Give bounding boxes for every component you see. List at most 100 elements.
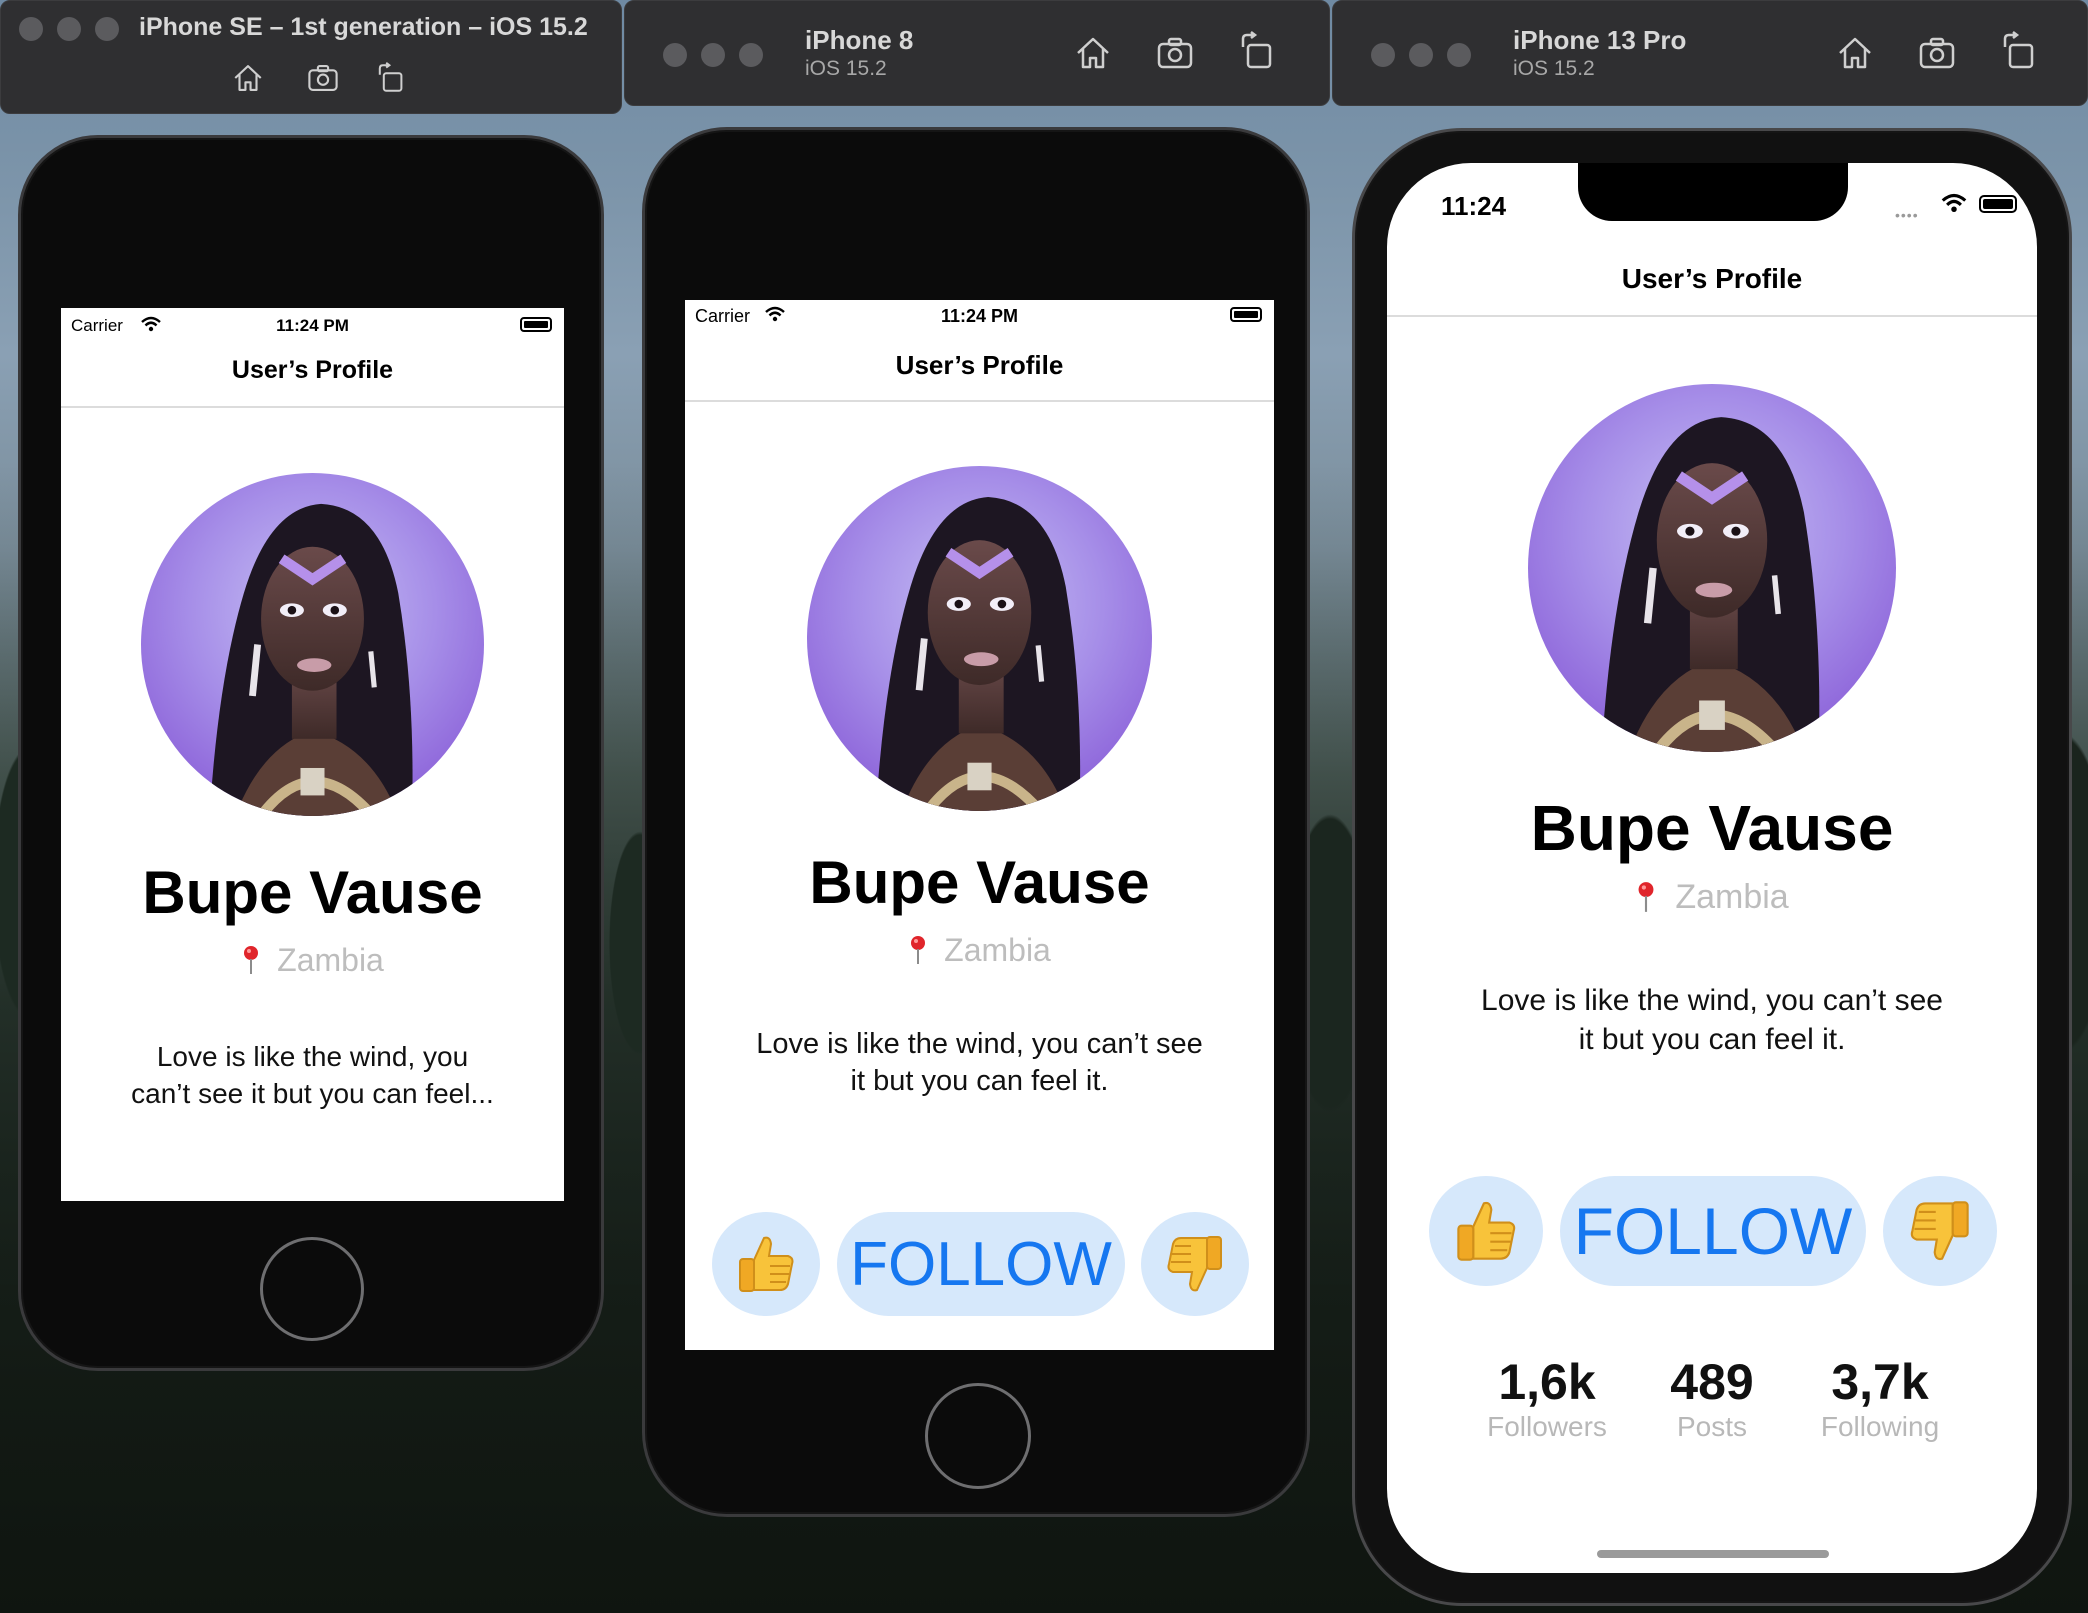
bio-text: Love is like the wind, you can’t see it …	[81, 1038, 544, 1112]
page-title: User’s Profile	[231, 356, 394, 384]
rotate-icon[interactable]	[1237, 31, 1277, 71]
app-screen: Carrier 11:24 PM User’s Profile Bupe Vau…	[685, 300, 1274, 1350]
battery-icon	[1979, 195, 2017, 213]
battery-icon	[1230, 307, 1262, 322]
screenshot-icon[interactable]	[305, 61, 341, 95]
window-controls[interactable]	[19, 17, 119, 41]
stat-posts[interactable]: 489 Posts	[1642, 1353, 1782, 1443]
simulator-titlebar-iphone13pro: iPhone 13 Pro iOS 15.2	[1332, 0, 2088, 106]
bio-line: it but you can feel it.	[1578, 1023, 1846, 1056]
zoom-window-button[interactable]	[95, 17, 119, 41]
like-button[interactable]	[1429, 1176, 1543, 1286]
avatar	[141, 473, 484, 816]
bio-text: Love is like the wind, you can’t see it …	[705, 1026, 1254, 1100]
divider	[1387, 315, 2037, 317]
stat-followers[interactable]: 1,6k Followers	[1477, 1353, 1617, 1443]
follow-button[interactable]: FOLLOW	[837, 1212, 1125, 1316]
rotate-icon[interactable]	[375, 61, 407, 95]
window-title: iPhone SE – 1st generation – iOS 15.2	[139, 13, 588, 41]
stat-value: 489	[1670, 1354, 1754, 1410]
location-label: Zambia	[277, 941, 384, 978]
thumbs-up-icon	[1452, 1197, 1520, 1265]
page-title: User’s Profile	[1621, 263, 1803, 294]
home-button[interactable]	[925, 1383, 1031, 1489]
status-bar: 11:24 ••••	[1387, 163, 2037, 223]
thumbs-down-icon	[1163, 1232, 1227, 1296]
stat-value: 3,7k	[1831, 1354, 1929, 1410]
thumbs-up-icon	[734, 1232, 798, 1296]
location-pin-icon	[1635, 880, 1657, 914]
follow-button-label: FOLLOW	[850, 1229, 1112, 1299]
window-title: iPhone 13 Pro	[1513, 25, 1687, 55]
window-title: iPhone 8	[805, 25, 914, 55]
bio-line: Love is like the wind, you	[156, 1041, 469, 1072]
dislike-button[interactable]	[1883, 1176, 1997, 1286]
like-button[interactable]	[712, 1212, 820, 1316]
device-iphone-8: Carrier 11:24 PM User’s Profile Bupe Vau…	[642, 127, 1310, 1517]
signal-icon: ••••	[1895, 207, 1919, 223]
clock: 11:24 PM	[940, 306, 1019, 326]
stat-label: Posts	[1676, 1411, 1748, 1442]
simulator-titlebar-se: iPhone SE – 1st generation – iOS 15.2	[0, 0, 622, 114]
dislike-button[interactable]	[1141, 1212, 1249, 1316]
minimize-window-button[interactable]	[57, 17, 81, 41]
minimize-window-button[interactable]	[1409, 43, 1433, 67]
app-screen: Carrier 11:24 PM User’s Profile Bupe Vau…	[61, 308, 564, 1201]
home-icon[interactable]	[1835, 33, 1875, 73]
follow-button-label: FOLLOW	[1573, 1194, 1853, 1268]
device-iphone-se: Carrier 11:24 PM User’s Profile Bupe Vau…	[18, 135, 604, 1371]
bio-line: Love is like the wind, you can’t see	[756, 1028, 1203, 1060]
location-label: Zambia	[944, 931, 1051, 968]
avatar	[1528, 384, 1896, 752]
profile-name: Bupe Vause	[809, 849, 1150, 916]
stat-value: 1,6k	[1498, 1354, 1596, 1410]
app-screen: 11:24 •••• User’s Profile Bupe Vause Zam…	[1387, 163, 2037, 1573]
window-controls[interactable]	[663, 43, 763, 67]
close-window-button[interactable]	[663, 43, 687, 67]
wifi-icon	[1941, 193, 1967, 213]
stat-label: Followers	[1487, 1411, 1607, 1442]
thumbs-down-icon	[1906, 1197, 1974, 1265]
location-pin-icon	[241, 944, 261, 976]
close-window-button[interactable]	[19, 17, 43, 41]
bio-line: it but you can feel it.	[850, 1065, 1109, 1097]
status-bar: Carrier 11:24 PM	[61, 308, 564, 342]
zoom-window-button[interactable]	[739, 43, 763, 67]
battery-icon	[520, 317, 552, 332]
close-window-button[interactable]	[1371, 43, 1395, 67]
bio-line: can’t see it but you can feel...	[131, 1078, 494, 1109]
profile-name: Bupe Vause	[1530, 792, 1894, 864]
follow-button[interactable]: FOLLOW	[1560, 1176, 1866, 1286]
simulator-titlebar-iphone8: iPhone 8 iOS 15.2	[624, 0, 1330, 106]
clock: 11:24 PM	[276, 316, 349, 335]
rotate-icon[interactable]	[1999, 31, 2039, 71]
location-pin-icon	[908, 934, 928, 966]
stat-following[interactable]: 3,7k Following	[1805, 1353, 1955, 1443]
window-subtitle: iOS 15.2	[1513, 57, 1595, 80]
location-label: Zambia	[1675, 877, 1789, 916]
bio-line: Love is like the wind, you can’t see	[1481, 984, 1943, 1017]
location: Zambia	[685, 930, 1274, 970]
divider	[685, 400, 1274, 402]
location: Zambia	[61, 940, 564, 980]
home-indicator[interactable]	[1597, 1550, 1829, 1558]
bio-text: Love is like the wind, you can’t see it …	[1407, 981, 2017, 1059]
home-button[interactable]	[260, 1237, 364, 1341]
divider	[61, 406, 564, 408]
home-icon[interactable]	[1073, 33, 1113, 73]
avatar	[807, 466, 1152, 811]
status-bar: Carrier 11:24 PM	[685, 300, 1274, 334]
stat-label: Following	[1820, 1411, 1940, 1442]
profile-name: Bupe Vause	[142, 859, 483, 926]
zoom-window-button[interactable]	[1447, 43, 1471, 67]
minimize-window-button[interactable]	[701, 43, 725, 67]
device-iphone-13-pro: 11:24 •••• User’s Profile Bupe Vause Zam…	[1352, 128, 2072, 1606]
clock: 11:24	[1441, 191, 1507, 221]
location: Zambia	[1387, 875, 2037, 919]
page-title: User’s Profile	[895, 350, 1064, 380]
window-controls[interactable]	[1371, 43, 1471, 67]
home-icon[interactable]	[231, 61, 265, 95]
window-subtitle: iOS 15.2	[805, 57, 887, 80]
screenshot-icon[interactable]	[1155, 33, 1195, 73]
screenshot-icon[interactable]	[1917, 33, 1957, 73]
